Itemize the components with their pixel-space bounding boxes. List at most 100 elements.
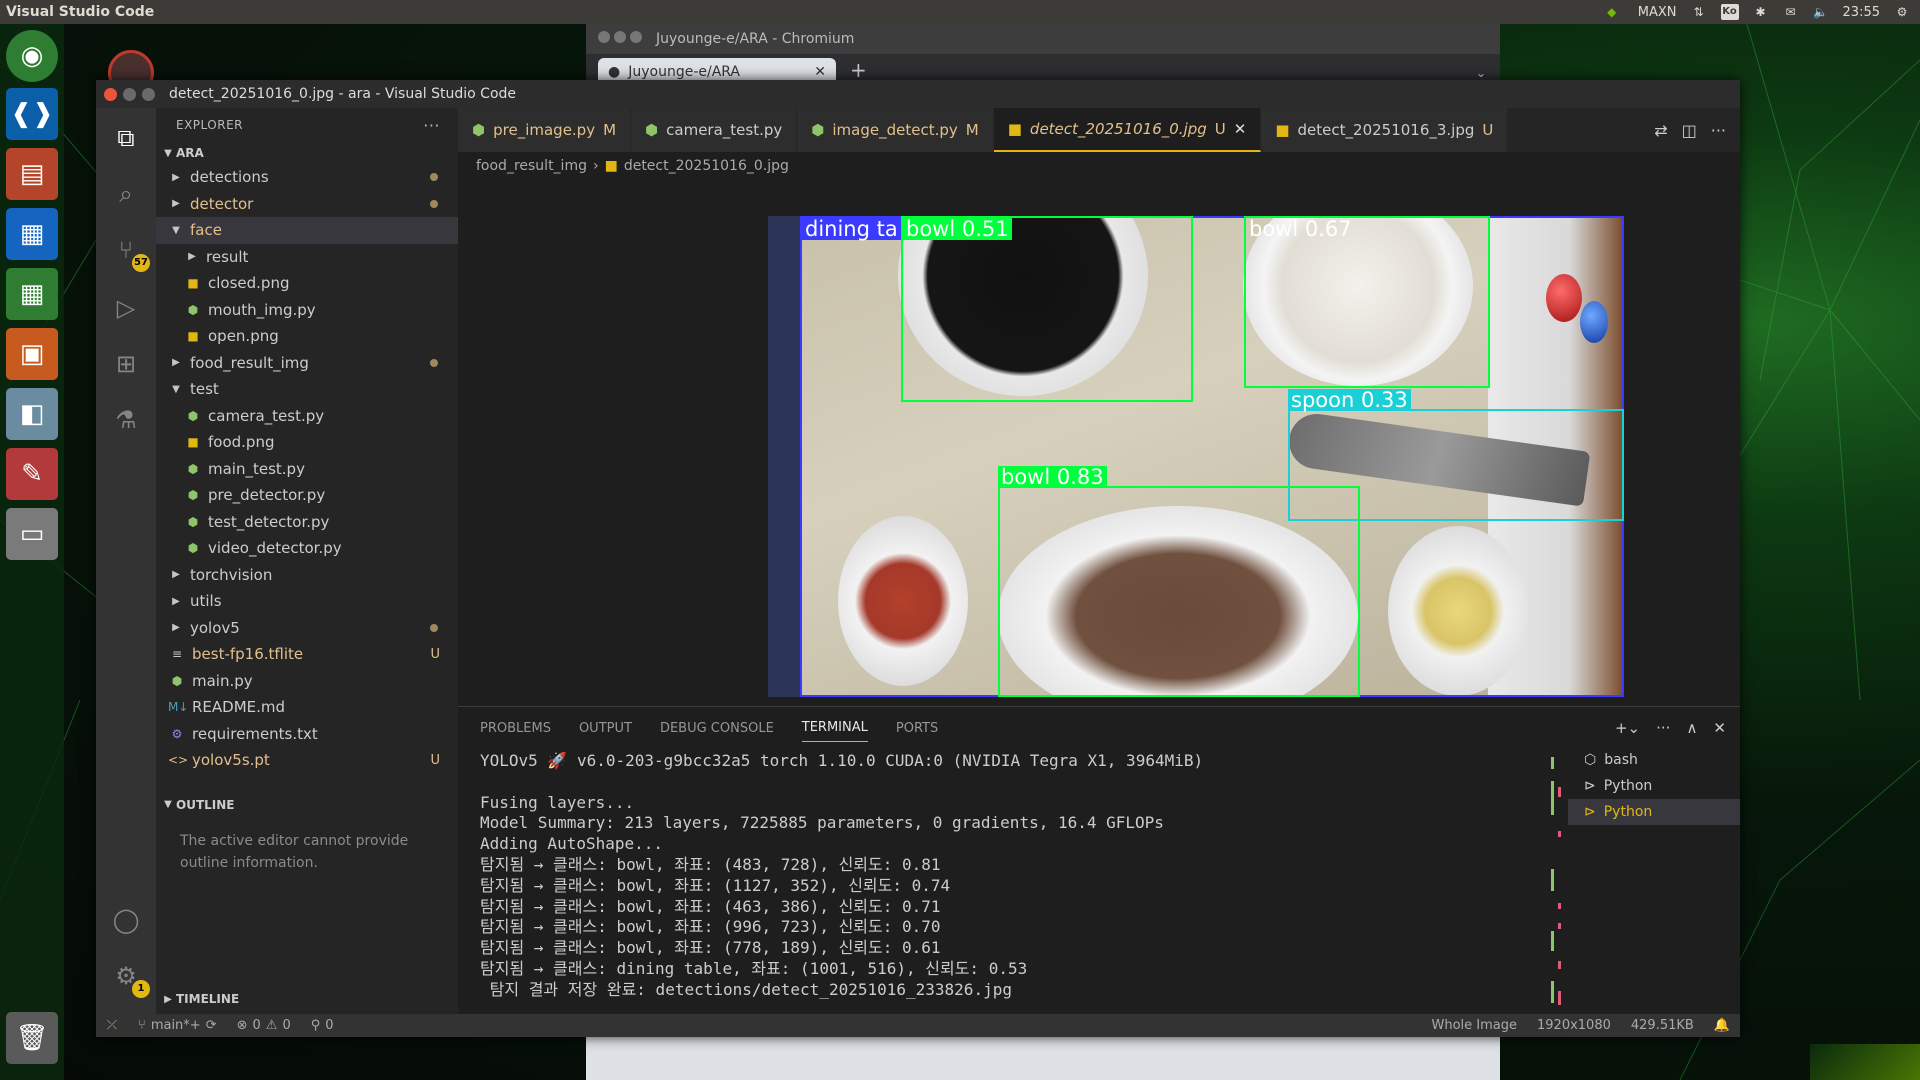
settings-tool-icon[interactable]: ✎ — [6, 448, 58, 500]
tree-item-result[interactable]: ▶ result — [156, 244, 458, 271]
trash-icon[interactable]: 🗑 — [6, 1012, 58, 1064]
search-icon[interactable]: ⌕ — [110, 178, 142, 210]
software-icon[interactable]: ◧ — [6, 388, 58, 440]
more-actions-icon[interactable]: ··· — [423, 116, 440, 135]
tree-item-detections[interactable]: ▶ detections — [156, 164, 458, 191]
terminal-instance-python[interactable]: ⊳ Python — [1568, 773, 1740, 799]
remote-icon[interactable]: ⤫ — [96, 1014, 128, 1037]
image-preview[interactable]: dining ta bowl 0.51 bowl 0.67 spoon 0.33… — [768, 216, 1624, 697]
problems-indicator[interactable]: ⊗ 0 ⚠ 0 — [227, 1018, 301, 1033]
explorer-header: EXPLORER ··· — [156, 108, 458, 142]
editor-tab-list: ⬢ pre_image.py M ⬢ camera_test.py ⬢ image_dete… — [458, 108, 1509, 152]
clock[interactable]: 23:55 — [1843, 5, 1880, 20]
tree-item-main-test-py[interactable]: ⬢ main_test.py — [156, 456, 458, 483]
file-size: 429.51KB — [1630, 1018, 1694, 1033]
tree-item-food-png[interactable]: ■ food.png — [156, 429, 458, 456]
extensions-icon[interactable]: ⊞ — [110, 348, 142, 380]
calc-icon[interactable]: ▦ — [6, 268, 58, 320]
ime-indicator[interactable]: Ko — [1720, 4, 1739, 20]
tree-item-main-py[interactable]: ⬢ main.py — [156, 668, 458, 695]
editor-tab-pre-image-py[interactable]: ⬢ pre_image.py M — [458, 108, 632, 152]
ubuntu-home-icon[interactable]: ◉ — [6, 30, 58, 82]
tab-ports[interactable]: PORTS — [896, 721, 938, 736]
vscode-launcher-icon[interactable]: ❰❱ — [6, 88, 58, 140]
window-maximize-button[interactable] — [142, 87, 155, 101]
workspace-root[interactable]: ▼ ARA — [156, 142, 458, 164]
tree-item-utils[interactable]: ▶ utils — [156, 588, 458, 615]
impress-icon[interactable]: ▣ — [6, 328, 58, 380]
tree-item-yolov5s-pt[interactable]: <> yolov5s.pt U — [156, 747, 458, 774]
bluetooth-icon[interactable]: ✱ — [1753, 4, 1769, 20]
split-editor-icon[interactable]: ◫ — [1682, 121, 1697, 140]
timeline-section[interactable]: ▶ TIMELINE — [156, 988, 239, 1010]
close-icon[interactable]: ✕ — [1234, 120, 1247, 138]
power-mode-label[interactable]: MAXN — [1638, 5, 1677, 20]
tree-item-detector[interactable]: ▶ detector — [156, 191, 458, 218]
editor-tab-image-detect-py[interactable]: ⬢ image_detect.py M — [797, 108, 994, 152]
compare-icon[interactable]: ⇄ — [1654, 121, 1667, 140]
tree-item-pre-detector-py[interactable]: ⬢ pre_detector.py — [156, 482, 458, 509]
more-actions-icon[interactable]: ··· — [1656, 719, 1670, 737]
maximize-panel-icon[interactable]: ∧ — [1686, 719, 1697, 737]
close-panel-icon[interactable]: ✕ — [1713, 719, 1726, 737]
terminal-instance-bash[interactable]: ⬡ bash — [1568, 747, 1740, 773]
tree-item-food-result-img[interactable]: ▶ food_result_img — [156, 350, 458, 377]
tree-item-camera-test-py[interactable]: ⬢ camera_test.py — [156, 403, 458, 430]
close-icon[interactable]: ✕ — [814, 64, 826, 80]
tree-item-closed-png[interactable]: ■ closed.png — [156, 270, 458, 297]
tree-item-mouth-img-py[interactable]: ⬢ mouth_img.py — [156, 297, 458, 324]
writer-icon[interactable]: ▦ — [6, 208, 58, 260]
more-actions-icon[interactable]: ··· — [1711, 121, 1726, 140]
bell-icon[interactable]: 🔔 — [1704, 1018, 1740, 1033]
tab-output[interactable]: OUTPUT — [579, 721, 632, 736]
terminal-line: YOLOv5 🚀 v6.0-203-g9bcc32a5 torch 1.10.0… — [480, 751, 1204, 770]
window-close-button[interactable] — [104, 87, 117, 101]
outline-section[interactable]: ▼ OUTLINE — [156, 794, 458, 816]
mail-icon[interactable]: ✉ — [1783, 4, 1799, 20]
branch-indicator[interactable]: ⑂ main*+ ⟳ — [128, 1018, 227, 1033]
tree-item-face[interactable]: ▼ face — [156, 217, 458, 244]
chevron-down-icon: ▼ — [164, 799, 172, 810]
breadcrumb-folder[interactable]: food_result_img — [476, 158, 587, 174]
source-control-icon[interactable]: ⑂ 57 — [110, 234, 150, 272]
tree-item-readme-md[interactable]: M↓ README.md — [156, 694, 458, 721]
editor-tab-detect-20251016-3-jpg[interactable]: ■ detect_20251016_3.jpg U — [1261, 108, 1509, 152]
settings-gear-icon[interactable]: ⚙ 1 — [110, 960, 150, 998]
chevron-down-icon[interactable]: ⌄ — [1476, 66, 1486, 80]
nvidia-icon[interactable]: ◆ — [1600, 4, 1624, 20]
drive-icon[interactable]: ▭ — [6, 508, 58, 560]
tree-item-torchvision[interactable]: ▶ torchvision — [156, 562, 458, 589]
ports-indicator[interactable]: ⚲ 0 — [301, 1018, 344, 1033]
tree-item-test[interactable]: ▼ test — [156, 376, 458, 403]
tree-item-best-fp16-tflite[interactable]: ≡ best-fp16.tflite U — [156, 641, 458, 668]
tree-item-open-png[interactable]: ■ open.png — [156, 323, 458, 350]
terminal-instance-python[interactable]: ⊳ Python — [1568, 799, 1740, 825]
editor-tab-camera-test-py[interactable]: ⬢ camera_test.py — [631, 108, 798, 152]
tab-problems[interactable]: PROBLEMS — [480, 721, 551, 736]
network-icon[interactable]: ⇅ — [1691, 4, 1707, 20]
tree-item-requirements-txt[interactable]: ⚙ requirements.txt — [156, 721, 458, 748]
error-count: 0 — [252, 1018, 261, 1033]
explorer-icon[interactable]: ⧉ — [110, 122, 142, 154]
tree-item-test-detector-py[interactable]: ⬢ test_detector.py — [156, 509, 458, 536]
chromium-window-controls[interactable] — [598, 31, 646, 47]
png-file-icon: ■ — [187, 435, 199, 450]
tree-item-video-detector-py[interactable]: ⬢ video_detector.py — [156, 535, 458, 562]
tab-terminal[interactable]: TERMINAL — [801, 720, 868, 742]
window-minimize-button[interactable] — [123, 87, 136, 101]
zoom-mode[interactable]: Whole Image — [1421, 1018, 1527, 1033]
editor-tab-detect-20251016-0-jpg[interactable]: ■ detect_20251016_0.jpg U ✕ — [993, 108, 1262, 152]
terminal-output[interactable]: YOLOv5 🚀 v6.0-203-g9bcc32a5 torch 1.10.0… — [480, 751, 1540, 1001]
gear-icon[interactable]: ⚙ — [1894, 4, 1910, 20]
new-terminal-icon[interactable]: +⌄ — [1615, 719, 1640, 737]
new-tab-icon[interactable]: + — [850, 58, 867, 82]
breadcrumb-file[interactable]: detect_20251016_0.jpg — [624, 158, 789, 174]
terminal-icon: ⊳ — [1584, 804, 1596, 820]
tree-item-yolov5[interactable]: ▶ yolov5 — [156, 615, 458, 642]
account-icon[interactable]: ◯ — [110, 904, 142, 936]
volume-icon[interactable]: 🔈 — [1813, 4, 1829, 20]
testing-icon[interactable]: ⚗ — [110, 404, 142, 436]
tab-debug-console[interactable]: DEBUG CONSOLE — [660, 721, 774, 736]
files-icon[interactable]: ▤ — [6, 148, 58, 200]
run-debug-icon[interactable]: ▷ — [110, 292, 142, 324]
